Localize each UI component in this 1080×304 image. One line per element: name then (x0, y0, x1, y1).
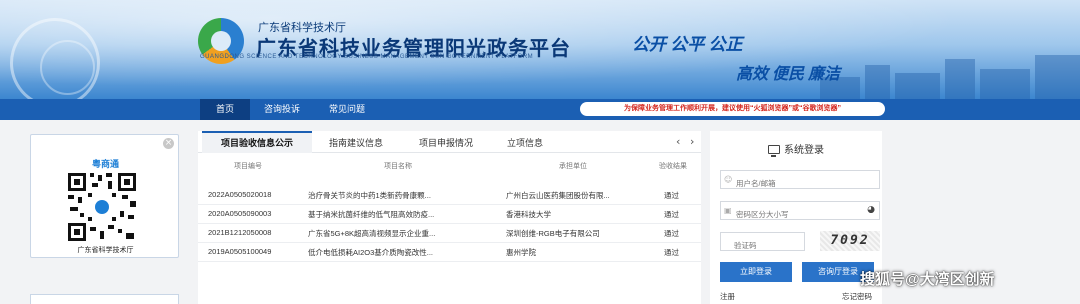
column-header: 项目编号 (234, 163, 262, 170)
password-input[interactable] (721, 206, 879, 223)
table-row[interactable]: 2020A0505090003 基于纳米抗菌纤维的低气阻高效防疫... 香港科技… (198, 205, 701, 224)
chevron-right-icon[interactable]: › (690, 135, 694, 148)
project-result: 通过 (664, 248, 679, 257)
project-name[interactable]: 治疗骨关节炎的中药1类新药骨康颗... (308, 190, 498, 201)
column-header: 项目名称 (384, 163, 412, 170)
monitor-icon (768, 145, 780, 157)
project-org: 香港科技大学 (506, 210, 551, 219)
user-icon: ☺ (724, 175, 733, 184)
watermark: 搜狐号@大湾区创新 (860, 271, 995, 288)
project-org: 深圳创维-RGB电子有限公司 (506, 229, 600, 238)
login-button[interactable]: 立即登录 (720, 262, 792, 282)
username-field[interactable]: ☺ (720, 170, 880, 192)
secondary-card (30, 294, 179, 304)
login-heading: 系统登录 (710, 141, 882, 157)
project-id: 2019A0505100049 (208, 247, 272, 256)
captcha-input[interactable] (721, 237, 804, 254)
project-result: 通过 (664, 229, 679, 238)
project-org: 广州白云山医药集团股份有限... (506, 191, 610, 200)
tab-guide-suggestions[interactable]: 指南建议信息 (316, 131, 396, 153)
info-panel: 项目验收信息公示 指南建议信息 项目申报情况 立项信息 ‹ › 项目编号 项目名… (198, 131, 701, 304)
project-name[interactable]: 低介电低损耗AI2O3基介质陶瓷改性... (308, 247, 498, 258)
project-org: 惠州学院 (506, 248, 536, 257)
captcha-field[interactable] (720, 232, 805, 254)
password-field[interactable]: ▣ ◕ (720, 201, 880, 223)
main-nav: 首页 咨询投诉 常见问题 (0, 99, 1080, 120)
browser-notice: 为保障业务管理工作顺利开展，建议使用“火狐浏览器”或“谷歌浏览器” (580, 102, 885, 116)
close-icon[interactable]: × (163, 138, 174, 149)
register-link[interactable]: 注册 (720, 291, 735, 302)
qr-title: 粤商通 (91, 159, 119, 169)
tab-application-status[interactable]: 项目申报情况 (406, 131, 486, 153)
qr-caption: 广东省科学技术厅 (77, 247, 134, 254)
column-header: 验收结果 (659, 163, 687, 170)
login-panel: 系统登录 ☺ ▣ ◕ 7092 立即登录 咨询厅登录 注册 忘记密码 (710, 131, 882, 304)
project-result: 通过 (664, 210, 679, 219)
nav-item-complaint[interactable]: 咨询投诉 (253, 99, 311, 120)
table-row[interactable]: 2021B1212050008 广东省5G+8K超高清视频显示企业重... 深圳… (198, 224, 701, 243)
slogan-top: 公开 公平 公正 (632, 35, 743, 54)
project-name[interactable]: 广东省5G+8K超高清视频显示企业重... (308, 228, 498, 239)
table-row[interactable]: 2019A0505100049 低介电低损耗AI2O3基介质陶瓷改性... 惠州… (198, 243, 701, 262)
site-subtitle: GUANGDONG SCIENCE AND TECHNOLOGY BUSINES… (200, 54, 534, 60)
qr-code (66, 171, 138, 243)
tab-project-approval[interactable]: 立项信息 (490, 131, 560, 153)
project-id: 2021B1212050008 (208, 228, 272, 237)
table-row[interactable]: 2022A0505020018 治疗骨关节炎的中药1类新药骨康颗... 广州白云… (198, 186, 701, 205)
project-name[interactable]: 基于纳米抗菌纤维的低气阻高效防疫... (308, 209, 498, 220)
header-banner: 广东省科学技术厅 广东省科技业务管理阳光政务平台 GUANGDONG SCIEN… (0, 0, 1080, 99)
tab-acceptance-publicity[interactable]: 项目验收信息公示 (202, 131, 312, 153)
project-id: 2020A0505090003 (208, 209, 272, 218)
captcha-image[interactable]: 7092 (820, 231, 880, 251)
qr-card: × 粤商通 广东省科学技术厅 (30, 134, 179, 258)
slogan-bottom: 高效 便民 廉洁 (736, 66, 841, 83)
nav-item-faq[interactable]: 常见问题 (318, 99, 376, 120)
eye-icon[interactable]: ◕ (867, 205, 875, 215)
table-header: 项目编号 项目名称 承担单位 验收结果 (198, 161, 701, 175)
project-id: 2022A0505020018 (208, 190, 272, 199)
nav-item-home[interactable]: 首页 (200, 99, 250, 120)
project-result: 通过 (664, 191, 679, 200)
lock-icon: ▣ (724, 206, 732, 215)
forgot-password-link[interactable]: 忘记密码 (842, 291, 872, 302)
login-title: 系统登录 (784, 145, 824, 156)
page: 广东省科学技术厅 广东省科技业务管理阳光政务平台 GUANGDONG SCIEN… (0, 0, 1080, 304)
chevron-left-icon[interactable]: ‹ (676, 135, 680, 148)
tab-bar: 项目验收信息公示 指南建议信息 项目申报情况 立项信息 ‹ › (198, 131, 701, 153)
username-input[interactable] (721, 175, 879, 192)
column-header: 承担单位 (559, 163, 587, 170)
